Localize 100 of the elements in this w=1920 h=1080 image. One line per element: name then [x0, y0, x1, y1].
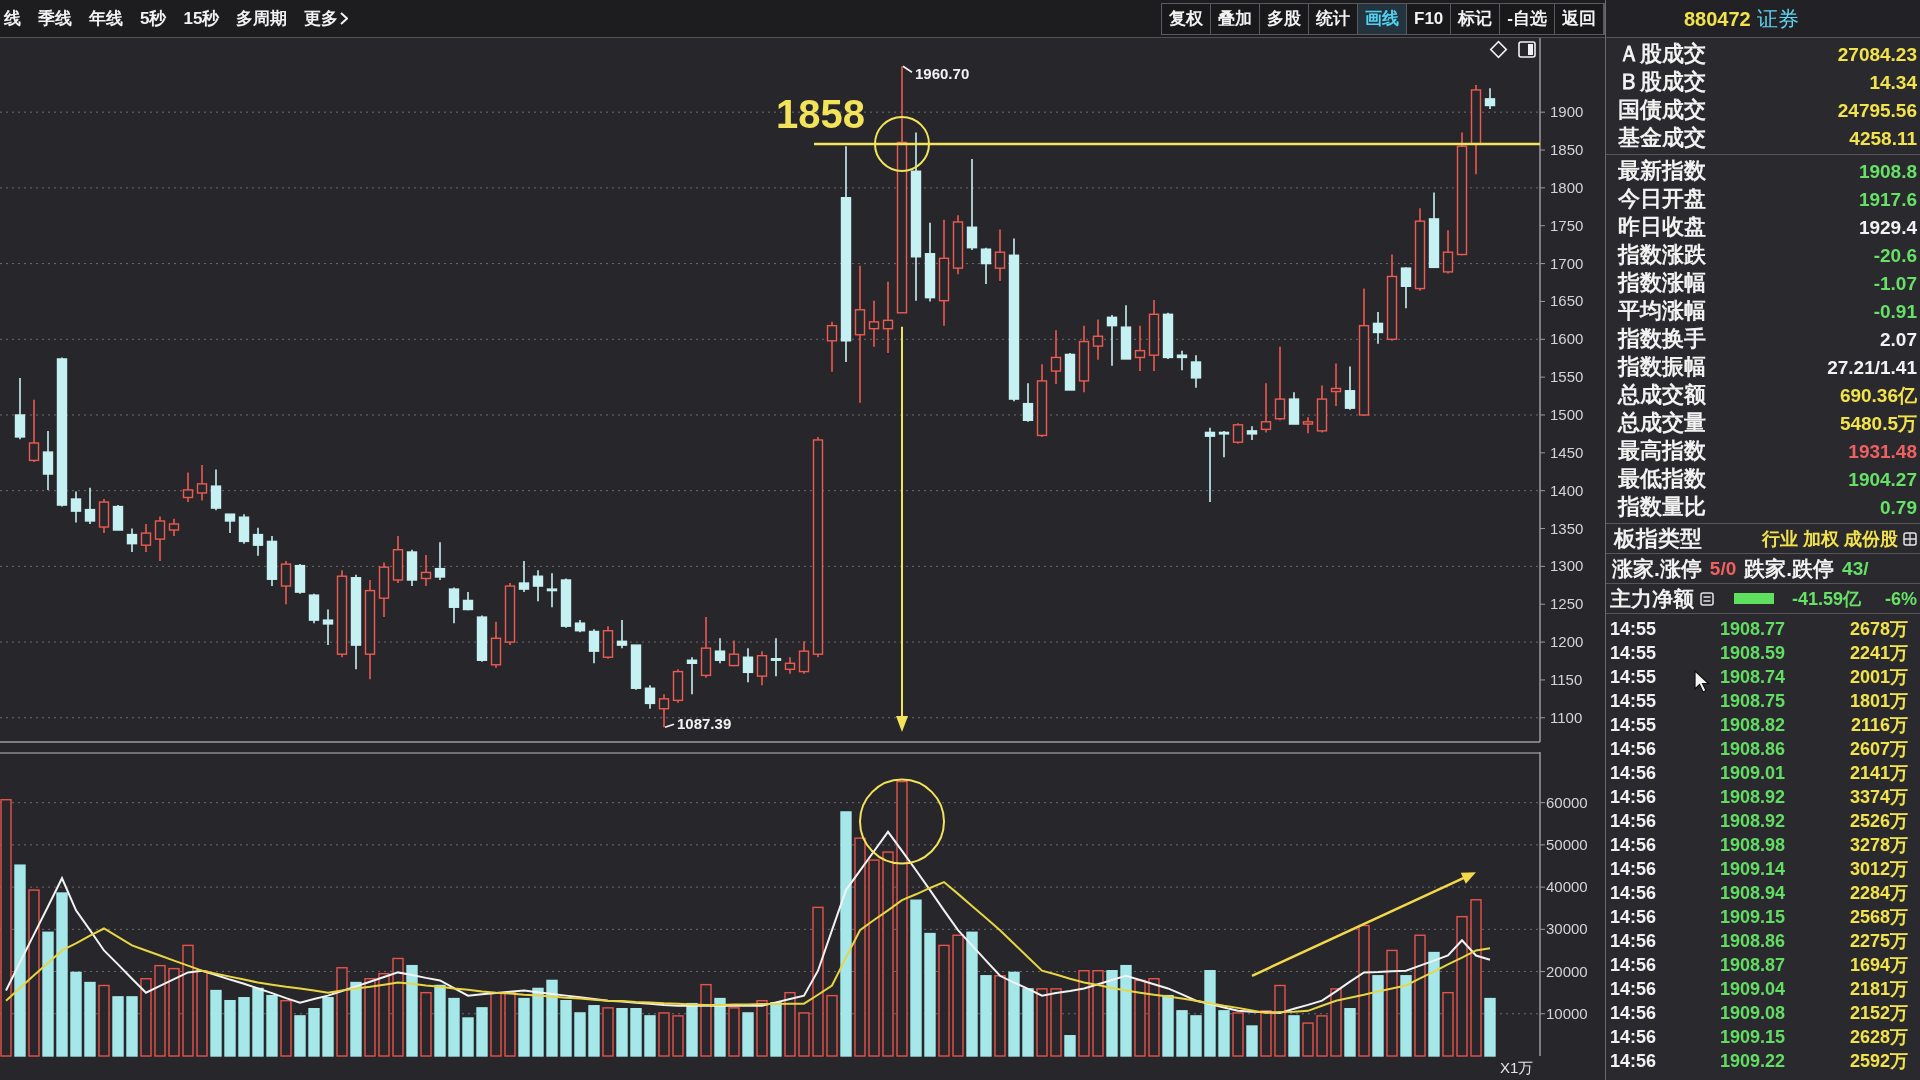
list-icon[interactable] — [1700, 591, 1714, 606]
axis-label: 1800 — [1550, 178, 1584, 196]
candle — [1260, 382, 1272, 434]
index-name: 证券 — [1756, 5, 1799, 32]
stat-value: 27.21/1.41 — [1827, 357, 1917, 377]
period-tab[interactable]: 5秒 — [138, 5, 169, 32]
period-tab[interactable]: 季线 — [36, 5, 74, 32]
candle — [1218, 430, 1230, 459]
tick-volume: 2241万 — [1849, 644, 1908, 662]
period-tab[interactable]: 更多 — [302, 5, 351, 32]
stat-label: 涨家.涨停 — [1612, 558, 1702, 579]
low-label: 1087.39 — [677, 715, 732, 733]
period-tab[interactable]: 多周期 — [234, 5, 290, 32]
volume-bar — [1176, 1010, 1188, 1057]
stat-value: 690.36亿 — [1839, 385, 1917, 405]
volume-bar — [658, 1012, 670, 1057]
tool-button[interactable]: 多股 — [1260, 3, 1310, 34]
tick-time: 14:55 — [1610, 620, 1658, 638]
grid-icon[interactable] — [1903, 531, 1917, 546]
tool-button[interactable]: 标记 — [1451, 3, 1501, 34]
stat-label: 总成交额 — [1618, 384, 1706, 406]
candle — [406, 548, 418, 587]
tool-button[interactable]: -自选 — [1500, 3, 1555, 34]
period-tab[interactable]: 年线 — [87, 5, 125, 32]
period-tab[interactable]: 线 — [2, 5, 23, 32]
period-tab[interactable]: 15秒 — [181, 5, 222, 32]
tool-button[interactable]: 画线 — [1358, 3, 1408, 34]
candle — [1344, 365, 1356, 411]
candle — [378, 561, 390, 618]
tick-price: 1908.74 — [1720, 668, 1786, 686]
tick-time: 14:55 — [1610, 644, 1658, 662]
tool-button[interactable]: 叠加 — [1211, 3, 1261, 34]
chevron-right-icon — [340, 12, 349, 25]
tick-price: 1908.86 — [1720, 740, 1786, 758]
candle — [140, 523, 152, 553]
candle — [462, 591, 474, 612]
tick-time: 14:56 — [1610, 980, 1658, 998]
candle — [1078, 324, 1090, 394]
volume-bar — [742, 1012, 754, 1057]
tick-time: 14:56 — [1610, 884, 1658, 902]
axis-label: 1100 — [1550, 708, 1583, 726]
sector-option[interactable]: 成份股 — [1844, 529, 1898, 548]
sector-option[interactable]: 加权 — [1803, 529, 1839, 548]
tick-time: 14:56 — [1610, 836, 1658, 854]
tick-volume: 2141万 — [1849, 764, 1908, 782]
volume-bar — [672, 1015, 684, 1057]
candle — [1190, 354, 1202, 389]
candle — [126, 527, 138, 553]
tick-price: 1909.14 — [1720, 860, 1786, 878]
volume-bar — [294, 1015, 306, 1057]
stat-label: 今日开盘 — [1618, 188, 1706, 210]
candle — [1330, 362, 1342, 407]
candle — [742, 647, 754, 683]
stat-label: 主力净额 — [1610, 588, 1694, 609]
tool-button[interactable]: 统计 — [1309, 3, 1359, 34]
volume-bar — [784, 991, 796, 1057]
candle — [504, 582, 516, 646]
high-label: 1960.70 — [915, 65, 970, 83]
candle — [574, 619, 586, 634]
candle — [476, 614, 488, 663]
tick-volume: 2001万 — [1849, 668, 1908, 686]
stat-label: 国债成交 — [1618, 99, 1706, 121]
volume-bar — [1162, 994, 1174, 1057]
stat-label: 指数涨跌 — [1618, 244, 1706, 266]
volume-bar — [1316, 1015, 1328, 1057]
stat-value: -1.07 — [1873, 273, 1917, 293]
tick-volume: 2152万 — [1849, 1004, 1908, 1022]
candle — [252, 526, 264, 557]
stat-value: 1931.48 — [1848, 441, 1917, 461]
stat-value: 1917.6 — [1858, 189, 1917, 209]
tick-volume: 2628万 — [1849, 1028, 1908, 1046]
axis-label: 10000 — [1546, 1004, 1588, 1022]
candle — [448, 586, 460, 624]
candle — [210, 468, 222, 512]
volume-bar — [1330, 988, 1342, 1057]
candle — [1022, 382, 1034, 423]
reference-label: 1858 — [776, 92, 865, 136]
sector-option[interactable]: 行业 — [1762, 529, 1798, 548]
axis-label: 50000 — [1546, 835, 1588, 853]
tick-volume: 2116万 — [1850, 716, 1908, 734]
candle — [112, 504, 124, 531]
volume-bar — [728, 1007, 740, 1057]
tick-time: 14:56 — [1610, 740, 1658, 758]
volume-bar — [1442, 991, 1454, 1057]
candle — [294, 563, 306, 595]
volume-bar — [616, 1008, 628, 1057]
candle — [784, 656, 796, 675]
volume-bar — [1288, 1015, 1300, 1057]
stat-value: 5480.5万 — [1839, 413, 1917, 433]
stat-label: 最新指数 — [1618, 160, 1706, 182]
tool-button[interactable]: F10 — [1407, 3, 1452, 34]
stat-value: 1908.8 — [1858, 161, 1917, 181]
axis-label: 1450 — [1550, 443, 1584, 461]
candle — [616, 619, 628, 649]
candle — [728, 639, 740, 668]
candle — [420, 554, 432, 587]
tool-button[interactable]: 复权 — [1162, 3, 1212, 34]
tool-button[interactable]: 返回 — [1555, 3, 1604, 34]
candle — [1162, 312, 1174, 360]
volume-bar — [504, 991, 516, 1057]
